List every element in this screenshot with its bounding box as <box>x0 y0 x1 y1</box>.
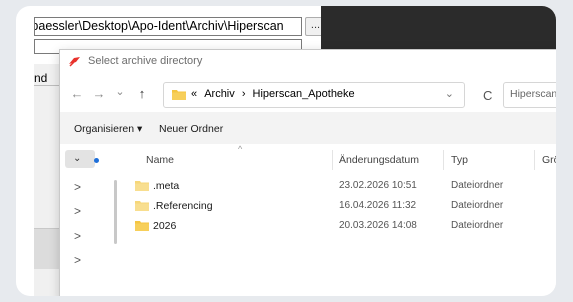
new-folder-button[interactable]: Neuer Ordner <box>159 123 223 135</box>
file-row[interactable]: .Referencing 16.04.2026 11:32 Dateiordne… <box>120 196 556 216</box>
screenshot-card: e\baessler\Desktop\Apo-Ident\Archiv\Hipe… <box>16 6 556 296</box>
pane-splitter[interactable] <box>114 180 117 244</box>
forward-arrow-icon[interactable]: → <box>92 87 106 101</box>
column-divider[interactable] <box>534 150 535 170</box>
archive-path-value: e\baessler\Desktop\Apo-Ident\Archiv\Hipe… <box>34 19 284 33</box>
column-header-name[interactable]: Name <box>146 154 174 166</box>
folder-icon <box>135 201 149 211</box>
folder-icon <box>135 181 149 191</box>
nav-expand-chevron-icon[interactable]: > <box>74 205 81 217</box>
selection-indicator <box>94 158 99 163</box>
refresh-icon[interactable]: C <box>483 88 492 103</box>
file-type: Dateiordner <box>451 220 504 231</box>
up-arrow-icon[interactable]: ↑ <box>135 87 149 101</box>
navigation-pane: ⌄ > > > > <box>60 144 100 296</box>
search-input[interactable]: Hiperscan_Apotheke <box>503 82 556 108</box>
command-toolbar: Organisieren ▾ Neuer Ordner <box>60 112 556 144</box>
file-name: 2026 <box>153 220 177 232</box>
column-header-date[interactable]: Änderungsdatum <box>339 154 419 166</box>
folder-icon <box>135 221 149 231</box>
folder-icon <box>172 90 186 100</box>
dialog-titlebar[interactable]: Select archive directory <box>60 50 556 74</box>
column-divider[interactable] <box>443 150 444 170</box>
search-placeholder: Hiperscan_Apotheke <box>510 88 556 100</box>
nav-expand-chevron-icon[interactable]: > <box>74 181 81 193</box>
column-header-type[interactable]: Typ <box>451 154 468 166</box>
navigation-bar: ← → ⌄ ↑ « Archiv › Hiperscan_Apotheke ⌄ … <box>60 74 556 112</box>
select-directory-dialog: Select archive directory ← → ⌄ ↑ « Archi… <box>59 49 556 296</box>
recent-locations-chevron-icon[interactable]: ⌄ <box>113 85 127 99</box>
breadcrumb-hiperscan-apotheke[interactable]: Hiperscan_Apotheke <box>253 88 355 100</box>
column-divider[interactable] <box>332 150 333 170</box>
nav-expand-chevron-icon[interactable]: > <box>74 254 81 266</box>
divider <box>34 85 60 86</box>
address-bar[interactable]: « Archiv › Hiperscan_Apotheke ⌄ <box>163 82 465 108</box>
file-row[interactable]: 2026 20.03.2026 14:08 Dateiordner <box>120 216 556 236</box>
file-name: .Referencing <box>153 200 213 212</box>
file-type: Dateiordner <box>451 200 504 211</box>
nav-pane-selected-item[interactable]: ⌄ <box>65 150 99 168</box>
column-header-size[interactable]: Größ <box>542 154 556 166</box>
address-dropdown-chevron-icon[interactable]: ⌄ <box>445 87 454 100</box>
file-date: 23.02.2026 10:51 <box>339 180 417 191</box>
back-arrow-icon[interactable]: ← <box>70 87 84 101</box>
file-name: .meta <box>153 180 180 192</box>
file-date: 20.03.2026 14:08 <box>339 220 417 231</box>
file-type: Dateiordner <box>451 180 504 191</box>
archive-path-input[interactable]: e\baessler\Desktop\Apo-Ident\Archiv\Hipe… <box>34 17 302 36</box>
address-overflow-chevron[interactable]: « <box>191 88 197 100</box>
app-icon <box>69 57 80 67</box>
background-left-lower-panel <box>34 228 60 269</box>
expand-chevron-icon[interactable]: ⌄ <box>73 153 81 164</box>
organize-menu-button[interactable]: Organisieren ▾ <box>74 123 142 135</box>
sort-ascending-icon: ^ <box>238 144 243 154</box>
nav-expand-chevron-icon[interactable]: > <box>74 230 81 242</box>
breadcrumb-separator: › <box>241 88 246 100</box>
dialog-title: Select archive directory <box>88 55 203 67</box>
address-path: « Archiv › Hiperscan_Apotheke <box>191 88 355 100</box>
file-date: 16.04.2026 11:32 <box>339 200 417 211</box>
file-browser-content: ⌄ > > > > Name ^ Änderungsdatum Typ Größ <box>60 144 556 296</box>
file-row[interactable]: .meta 23.02.2026 10:51 Dateiordner <box>120 176 556 196</box>
breadcrumb-archiv[interactable]: Archiv <box>204 88 235 100</box>
partial-label: nd <box>34 71 48 85</box>
